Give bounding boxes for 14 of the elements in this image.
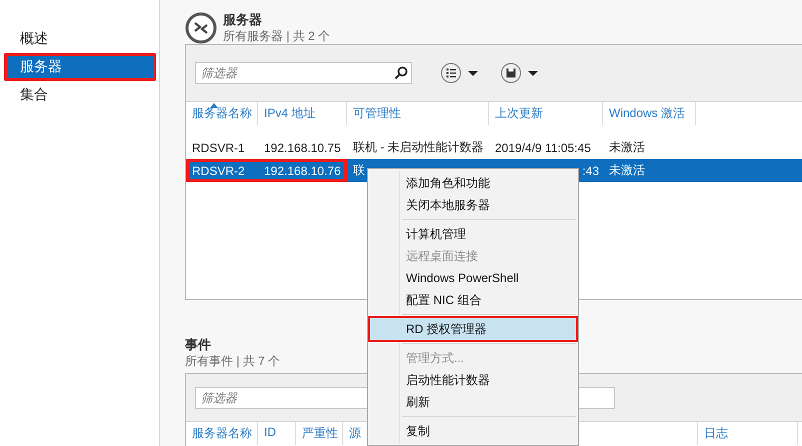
- section-title: 服务器: [223, 12, 263, 28]
- section-subtitle: 所有服务器 | 共 2 个: [223, 28, 330, 44]
- table-cell-text: RDSVR-1: [191, 140, 246, 156]
- table-cell-text: 192.168.10.75: [263, 140, 342, 156]
- table-cell: RDSVR-2: [186, 159, 258, 182]
- table-cell-text: 联: [352, 162, 366, 179]
- table-cell-text: 联机 - 未启动性能计数器: [352, 139, 485, 156]
- table-cell-text: 未激活: [608, 139, 646, 156]
- table-cell-text: :43: [581, 162, 600, 180]
- table-cell-text: 2019/4/9 11:05:45: [494, 140, 592, 156]
- section-subtitle: 所有事件 | 共 7 个: [185, 353, 280, 369]
- section-title: 事件: [185, 337, 212, 353]
- table-cell: 192.168.10.76: [258, 159, 347, 182]
- table-cell-text: 未激活: [608, 162, 646, 179]
